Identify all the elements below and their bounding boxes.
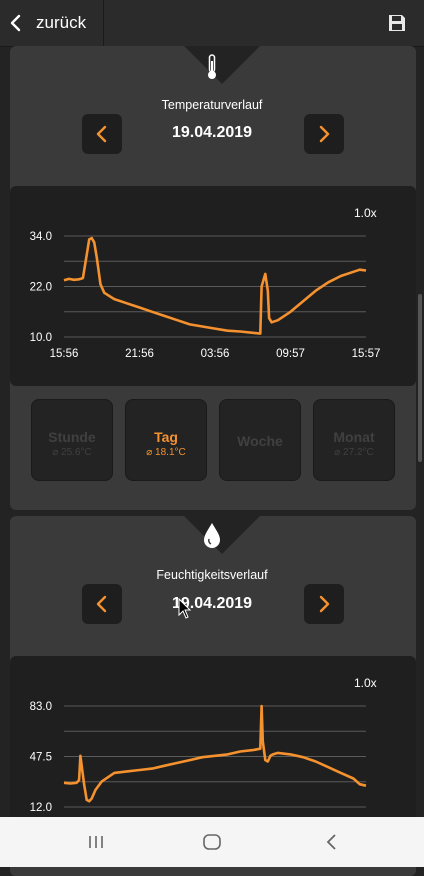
temperature-chart: 34.0 22.0 10.0 15:56 21:56 03:56 09:57 15:57: [30, 231, 381, 360]
top-bar: zurück: [0, 0, 424, 47]
scrollbar[interactable]: [418, 294, 422, 462]
range-label: Tag: [154, 429, 178, 445]
back-button[interactable]: zurück: [6, 6, 102, 40]
temperature-chart-panel: 1.0x 34.0 22.0 10.0 15:56 21:56 03:56 09:57 15:…: [10, 186, 416, 386]
save-button[interactable]: [380, 8, 414, 38]
y-tick-label: 34.0: [30, 231, 52, 243]
y-tick-label: 10.0: [30, 332, 52, 344]
humidity-title: Feuchtigkeitsverlauf: [156, 568, 268, 582]
chevron-right-icon: [319, 595, 330, 613]
x-tick-label: 15:56: [50, 348, 79, 360]
y-tick-label: 12.0: [30, 802, 52, 814]
mouse-cursor-icon: [178, 598, 192, 619]
header-divider: [103, 0, 104, 46]
home-button[interactable]: [192, 827, 232, 857]
recent-apps-icon: [89, 836, 103, 848]
y-tick-label: 47.5: [30, 752, 52, 764]
humidity-next-day-button[interactable]: [304, 584, 344, 624]
system-navigation-bar: [0, 817, 424, 867]
temperature-date: 19.04.2019: [171, 124, 253, 141]
range-button-hour[interactable]: Stunde ⌀ 25.6°C: [31, 399, 113, 481]
chevron-left-icon: [96, 595, 107, 613]
range-label: Stunde: [48, 429, 96, 445]
temperature-next-day-button[interactable]: [304, 114, 344, 154]
humidity-date: 19.04.2019: [171, 595, 253, 612]
series-line: [63, 704, 367, 803]
thermometer-icon: [208, 54, 216, 79]
range-button-week[interactable]: Woche: [219, 399, 301, 481]
system-back-button[interactable]: [312, 827, 352, 857]
range-average: ⌀ 25.6°C: [52, 447, 92, 458]
droplet-icon: [204, 523, 220, 548]
x-tick-label: 09:57: [276, 348, 305, 360]
range-button-month[interactable]: Monat ⌀ 27.2°C: [313, 399, 395, 481]
back-label: zurück: [36, 13, 87, 32]
series-line: [63, 236, 367, 335]
x-tick-label: 21:56: [125, 348, 154, 360]
home-icon: [203, 834, 221, 850]
chevron-right-icon: [319, 125, 330, 143]
save-icon: [389, 15, 405, 31]
range-label: Woche: [237, 433, 283, 449]
range-label: Monat: [333, 429, 375, 445]
chevron-left-icon: [10, 14, 21, 32]
system-back-icon: [326, 834, 336, 850]
range-average: ⌀ 27.2°C: [334, 447, 374, 458]
range-average: ⌀ 18.1°C: [146, 447, 186, 458]
y-tick-label: 22.0: [30, 282, 52, 294]
recent-apps-button[interactable]: [76, 827, 116, 857]
range-button-day[interactable]: Tag ⌀ 18.1°C: [125, 399, 207, 481]
y-tick-label: 83.0: [30, 701, 52, 713]
temperature-title: Temperaturverlauf: [161, 98, 263, 112]
x-tick-label: 03:56: [201, 348, 230, 360]
x-tick-label: 15:57: [352, 348, 381, 360]
chevron-left-icon: [96, 125, 107, 143]
